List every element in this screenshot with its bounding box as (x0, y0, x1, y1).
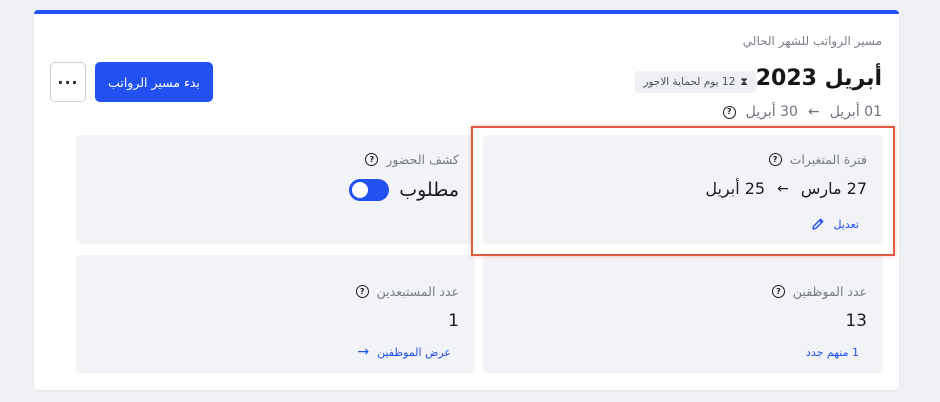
help-icon[interactable]: ? (365, 153, 379, 166)
help-icon[interactable]: ? (768, 153, 782, 166)
changes-period-label: فترة المتغيرات (789, 152, 867, 167)
changes-period-to: 25 أبريل (705, 179, 766, 198)
changes-period-dates: 27 مارس ← 25 أبريل (705, 179, 867, 198)
excluded-count-label-row: عدد المستبعدين ? (355, 284, 459, 299)
help-icon[interactable]: ? (355, 285, 369, 298)
attendance-sheet-tile: كشف الحضور ? مطلوب (76, 135, 475, 244)
range-start: 01 أبريل (829, 104, 882, 120)
excluded-count-label: عدد المستبعدين (376, 284, 459, 299)
arrow-right-icon: → (357, 344, 370, 360)
employees-count-label: عدد الموظفين (792, 284, 867, 299)
payroll-date-range: 01 أبريل ← 30 أبريل ? (722, 104, 882, 120)
attendance-label: كشف الحضور (386, 152, 459, 167)
view-employees-label: عرض الموظفين (377, 345, 451, 359)
page-title: أبريل 2023 (755, 66, 882, 91)
attendance-toggle-row: مطلوب (349, 179, 459, 201)
employees-count-tile: عدد الموظفين ? 13 1 منهم جدد (483, 255, 883, 373)
employees-count-value: 13 (845, 311, 867, 331)
card-top-accent (34, 10, 899, 14)
help-icon[interactable]: ? (771, 285, 785, 298)
more-options-button[interactable]: ··· (50, 62, 86, 102)
start-payroll-button[interactable]: بدء مسير الرواتب (95, 62, 213, 102)
payroll-card: مسير الرواتب للشهر الحالي أبريل 2023 ⧗ 1… (34, 10, 899, 390)
attendance-required-value: مطلوب (399, 179, 459, 201)
section-eyebrow: مسير الرواتب للشهر الحالي (742, 34, 882, 48)
range-end: 30 أبريل (745, 104, 798, 120)
arrow-left-icon: ← (807, 104, 820, 120)
arrow-left-icon: ← (777, 180, 789, 197)
attendance-label-row: كشف الحضور ? (365, 152, 459, 167)
view-employees-link[interactable]: عرض الموظفين → (357, 344, 451, 360)
changes-period-from: 27 مارس (800, 179, 867, 198)
edit-label: تعديل (833, 217, 859, 231)
excluded-count-value: 1 (448, 311, 459, 331)
changes-period-label-row: فترة المتغيرات ? (768, 152, 867, 167)
toggle-knob (352, 182, 369, 198)
wage-protection-text: 12 يوم لحماية الاجور (643, 76, 736, 88)
help-icon[interactable]: ? (722, 105, 736, 119)
edit-period-link[interactable]: تعديل (811, 217, 859, 231)
hourglass-icon: ⧗ (740, 75, 748, 88)
attendance-required-toggle[interactable] (349, 179, 390, 201)
pencil-icon (812, 218, 824, 230)
excluded-count-tile: عدد المستبعدين ? 1 عرض الموظفين → (76, 255, 475, 373)
employees-count-label-row: عدد الموظفين ? (771, 284, 867, 299)
new-employees-label: 1 منهم جدد (805, 346, 859, 359)
changes-period-tile: فترة المتغيرات ? 27 مارس ← 25 أبريل تعدي… (483, 135, 883, 244)
new-employees-link[interactable]: 1 منهم جدد (806, 346, 859, 359)
wage-protection-badge: ⧗ 12 يوم لحماية الاجور (635, 71, 756, 93)
